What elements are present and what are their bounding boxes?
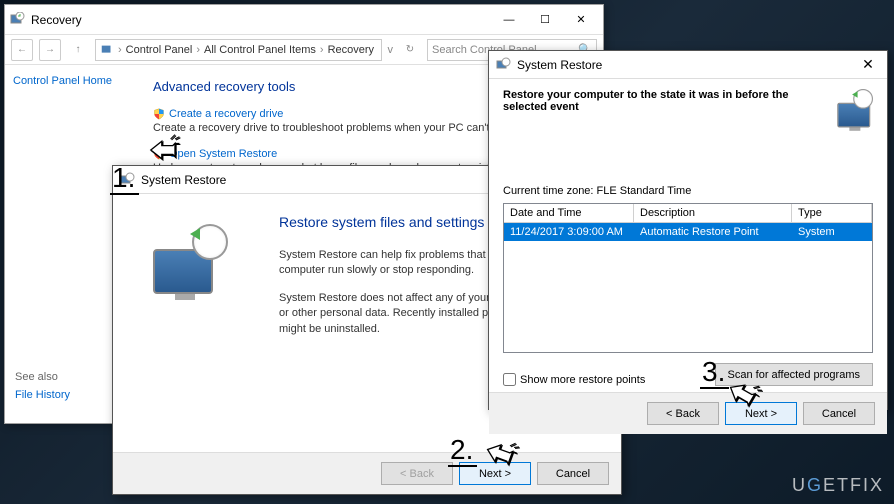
back-button[interactable]: < Back xyxy=(647,402,719,425)
sr2-footer: < Back Next > Cancel xyxy=(489,392,887,434)
watermark: UGETFIX xyxy=(792,475,884,496)
refresh-button[interactable]: ↻ xyxy=(399,39,421,61)
sr1-footer: < Back Next > Cancel xyxy=(113,452,621,494)
shield-icon xyxy=(153,108,165,120)
sr2-title: System Restore xyxy=(517,58,855,72)
system-restore-icon xyxy=(495,57,511,73)
cp-titlebar: Recovery — ☐ ✕ xyxy=(5,5,603,35)
sr1-illustration-pane xyxy=(113,194,263,452)
minimize-button[interactable]: — xyxy=(491,9,527,31)
file-history-link[interactable]: File History xyxy=(15,389,70,401)
show-more-checkbox[interactable]: Show more restore points xyxy=(503,373,645,386)
maximize-button[interactable]: ☐ xyxy=(527,9,563,31)
back-button: < Back xyxy=(381,462,453,485)
cp-title: Recovery xyxy=(31,13,491,27)
step-1-label: 1. xyxy=(110,162,139,195)
sr2-heading: Restore your computer to the state it wa… xyxy=(503,89,803,113)
close-button[interactable]: ✕ xyxy=(563,9,599,31)
control-panel-home-link[interactable]: Control Panel Home xyxy=(13,75,127,87)
restore-points-table[interactable]: Date and Time Description Type 11/24/201… xyxy=(503,203,873,353)
restore-clock-icon xyxy=(835,89,874,133)
pointer-hand-icon xyxy=(478,432,522,476)
cancel-button[interactable]: Cancel xyxy=(803,402,875,425)
recovery-icon xyxy=(9,12,25,28)
step-2-label: 2. xyxy=(448,434,477,467)
system-restore-wizard-2: System Restore ✕ Restore your computer t… xyxy=(488,50,888,410)
up-button[interactable]: ↑ xyxy=(67,39,89,61)
table-row[interactable]: 11/24/2017 3:09:00 AM Automatic Restore … xyxy=(504,223,872,241)
back-button[interactable]: ← xyxy=(11,39,33,61)
close-button[interactable]: ✕ xyxy=(855,56,881,73)
table-header: Date and Time Description Type xyxy=(504,204,872,223)
pointer-hand-icon xyxy=(142,128,186,172)
cancel-button[interactable]: Cancel xyxy=(537,462,609,485)
see-also-header: See also xyxy=(15,371,70,383)
recovery-icon xyxy=(100,43,114,57)
pointer-hand-icon xyxy=(720,372,764,416)
breadcrumb[interactable]: › Control Panel› All Control Panel Items… xyxy=(95,39,382,61)
sr2-titlebar: System Restore ✕ xyxy=(489,51,887,79)
restore-clock-icon xyxy=(148,224,228,304)
forward-button[interactable]: → xyxy=(39,39,61,61)
timezone-label: Current time zone: FLE Standard Time xyxy=(503,185,873,197)
